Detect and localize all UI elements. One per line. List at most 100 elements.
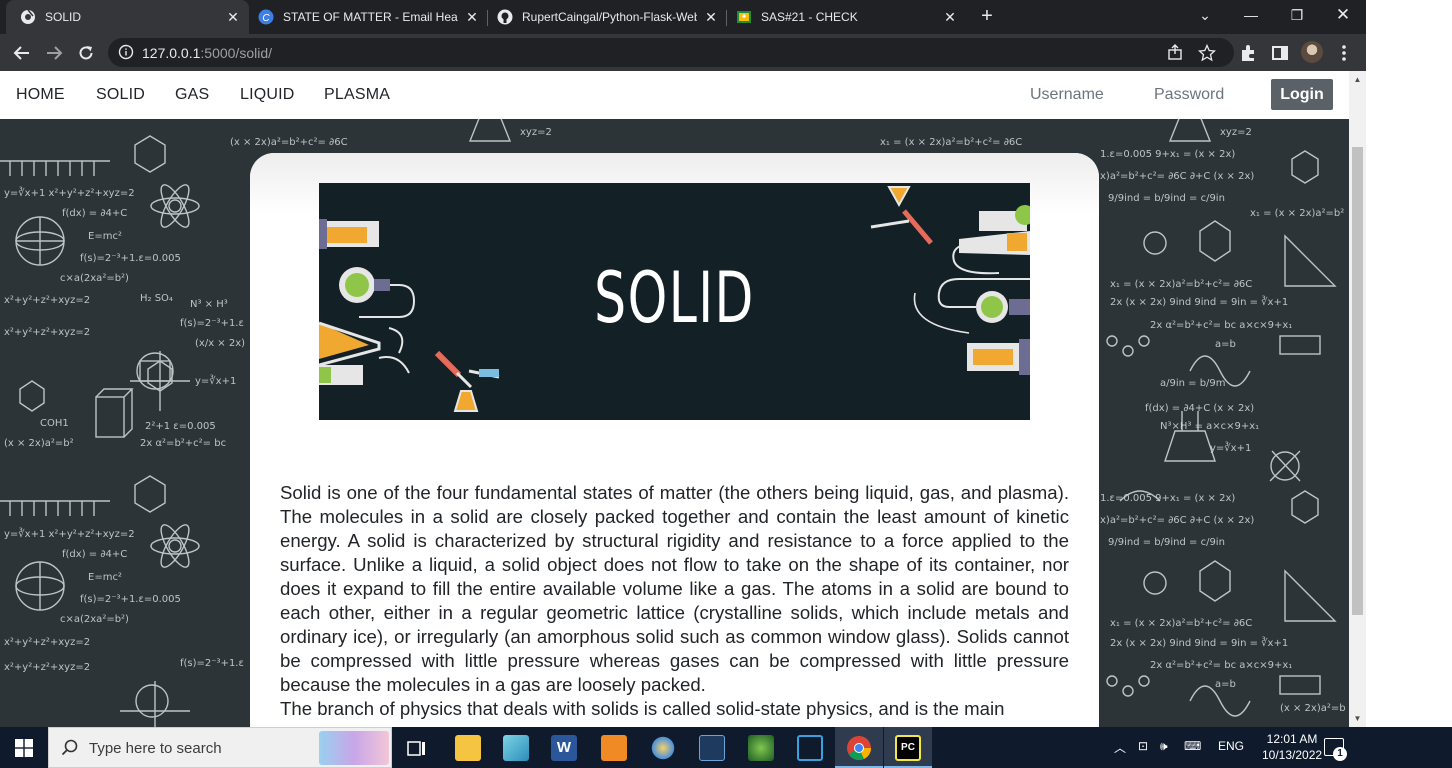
clock-time: 12:01 AM	[1266, 732, 1318, 746]
tab-solid[interactable]: SOLID ✕	[6, 0, 249, 34]
svg-text:x₁ = (x × 2x)a²=b²: x₁ = (x × 2x)a²=b²	[1250, 208, 1344, 219]
password-input[interactable]: Password	[1146, 79, 1266, 110]
svg-text:a=b: a=b	[1215, 339, 1236, 350]
tab-state-of-matter[interactable]: C STATE OF MATTER - Email Header ✕	[244, 0, 488, 34]
svg-text:a/9in = b/9m: a/9in = b/9m	[1160, 378, 1226, 389]
svg-text:xyz=2: xyz=2	[520, 127, 552, 138]
nav-solid-link[interactable]: SOLID	[96, 86, 145, 104]
username-input[interactable]: Username	[1022, 79, 1140, 110]
browser-toolbar: 127.0.0.1:5000/solid/	[0, 34, 1366, 71]
profile-avatar[interactable]	[1301, 41, 1323, 63]
banner-title: SOLID	[594, 257, 755, 339]
nav-home-link[interactable]: HOME	[16, 86, 65, 104]
taskbar-clock[interactable]: 12:01 AM 10/13/2022	[1262, 731, 1322, 763]
reload-icon	[79, 46, 93, 60]
volume-icon[interactable]: 🕪	[1160, 739, 1168, 754]
task-view-icon[interactable]	[404, 735, 430, 761]
scrollbar-thumb[interactable]	[1352, 147, 1363, 615]
close-tab-icon[interactable]: ✕	[942, 9, 958, 25]
nav-gas-link[interactable]: GAS	[175, 86, 209, 104]
new-tab-button[interactable]: +	[976, 6, 998, 28]
svg-text:y=∛x+1 x²+y²+z²+xyz=2: y=∛x+1 x²+y²+z²+xyz=2	[4, 186, 135, 199]
canva-icon: C	[258, 9, 274, 25]
onenote-app-icon[interactable]	[503, 735, 529, 761]
start-button[interactable]	[0, 727, 48, 768]
page-viewport: y=∛x+1 x²+y²+z²+xyz=2 f(dx) = ∂4+C E=mc²…	[0, 71, 1349, 727]
taskbar-search-box[interactable]: Type here to search	[48, 727, 392, 768]
svg-text:y=∛x+1: y=∛x+1	[195, 374, 236, 387]
svg-text:2x (x × 2x) 9ind 9ind = 9in: 2x (x × 2x) 9ind 9ind = 9in = ∛x+1	[1110, 295, 1288, 308]
close-tab-icon[interactable]: ✕	[464, 9, 480, 25]
svg-text:H₂ SO₄: H₂ SO₄	[140, 293, 173, 304]
extensions-puzzle-icon[interactable]	[1238, 43, 1258, 63]
svg-text:f(s)=2⁻³+1.ε=0.005: f(s)=2⁻³+1.ε=0.005	[80, 253, 181, 264]
more-menu-icon[interactable]	[1334, 43, 1354, 63]
svg-text:2x α²=b²+c²= bc: 2x α²=b²+c²= bc	[140, 438, 226, 449]
tab-title: STATE OF MATTER - Email Header	[283, 10, 458, 24]
svg-text:N³ × H³: N³ × H³	[190, 299, 228, 310]
svg-text:1.ε=0.005 9+x₁ = (x × 2x): 1.ε=0.005 9+x₁ = (x × 2x)	[1100, 149, 1235, 160]
login-button[interactable]: Login	[1271, 79, 1333, 110]
search-placeholder: Type here to search	[89, 740, 222, 757]
svg-text:f(dx) = ∂4+C: f(dx) = ∂4+C	[62, 208, 127, 219]
close-tab-icon[interactable]: ✕	[703, 9, 719, 25]
side-panel-icon[interactable]	[1270, 43, 1290, 63]
svg-text:x₁ = (x × 2x)a²=b²+c²= ∂6C: x₁ = (x × 2x)a²=b²+c²= ∂6C	[1110, 618, 1252, 629]
github-icon	[497, 9, 513, 25]
show-hidden-icons[interactable]: ︿	[1114, 739, 1126, 756]
visual-studio-icon[interactable]	[699, 735, 725, 761]
svg-text:x₁ = (x × 2x)a²=b²+c²= ∂6C: x₁ = (x × 2x)a²=b²+c²= ∂6C	[1110, 279, 1252, 290]
file-explorer-icon[interactable]	[455, 735, 481, 761]
share-icon[interactable]	[1166, 44, 1184, 62]
minimize-button[interactable]: —	[1228, 0, 1274, 30]
tab-github[interactable]: RupertCaingal/Python-Flask-Web ✕	[483, 0, 727, 34]
close-window-button[interactable]: ✕	[1320, 0, 1366, 30]
language-indicator[interactable]: ENG	[1218, 739, 1244, 753]
svg-text:(x × 2x)a²=b²: (x × 2x)a²=b²	[4, 438, 74, 449]
tab-search-icon[interactable]: ⌄	[1182, 0, 1228, 30]
bookmark-star-icon[interactable]	[1198, 44, 1216, 62]
nav-liquid-link[interactable]: LIQUID	[240, 86, 295, 104]
windows-taskbar: Type here to search W PC ︿ ⊡ 🕪 ⌨ ENG 12:…	[0, 727, 1452, 768]
page-scrollbar[interactable]: ▲ ▼	[1349, 71, 1366, 727]
clock-date: 10/13/2022	[1262, 748, 1323, 762]
forward-button[interactable]	[42, 41, 66, 65]
svg-text:E=mc²: E=mc²	[88, 572, 122, 583]
chrome-icon[interactable]	[846, 735, 872, 761]
svg-text:xyz=2: xyz=2	[1220, 127, 1252, 138]
pycharm-icon[interactable]: PC	[895, 735, 921, 761]
paint-icon[interactable]	[650, 735, 676, 761]
back-button[interactable]	[10, 41, 34, 65]
app-globe-icon[interactable]	[748, 735, 774, 761]
search-highlight-image	[319, 731, 389, 765]
cube-app-icon[interactable]	[797, 735, 823, 761]
scroll-up-arrow-icon[interactable]: ▲	[1353, 75, 1362, 84]
svg-text:x)a²=b²+c²= ∂6C ∂+C (x × 2x): x)a²=b²+c²= ∂6C ∂+C (x × 2x)	[1100, 515, 1254, 526]
tab-classroom[interactable]: SAS#21 - CHECK ✕	[722, 0, 966, 34]
network-icon[interactable]: ⊡	[1138, 739, 1148, 753]
svg-text:(x × 2x)a²=b²+c²= ∂6C: (x × 2x)a²=b²+c²= ∂6C	[230, 137, 348, 148]
address-bar[interactable]: 127.0.0.1:5000/solid/	[108, 38, 1234, 67]
site-info-icon[interactable]	[118, 44, 134, 60]
tab-title: SOLID	[45, 10, 82, 24]
svg-text:x₁ = (x × 2x)a²=b²+c²= ∂6C: x₁ = (x × 2x)a²=b²+c²= ∂6C	[880, 137, 1022, 148]
site-navbar: HOME SOLID GAS LIQUID PLASMA Username Pa…	[0, 71, 1349, 119]
paragraph-1: Solid is one of the four fundamental sta…	[280, 482, 1069, 695]
restore-button[interactable]: ❐	[1274, 0, 1320, 30]
keyboard-icon[interactable]: ⌨	[1184, 739, 1201, 753]
tab-title: RupertCaingal/Python-Flask-Web	[522, 10, 697, 24]
browser-tab-strip: SOLID ✕ C STATE OF MATTER - Email Header…	[0, 0, 1366, 34]
svg-text:2x α²=b²+c²= bc a×c×9+x₁: 2x α²=b²+c²= bc a×c×9+x₁	[1150, 320, 1292, 331]
svg-text:a=b: a=b	[1215, 679, 1236, 690]
close-tab-icon[interactable]: ✕	[225, 9, 241, 25]
svg-text:x²+y²+z²+xyz=2: x²+y²+z²+xyz=2	[4, 662, 90, 673]
desktop-margin	[1366, 0, 1452, 727]
tab-title: SAS#21 - CHECK	[761, 10, 858, 24]
classroom-icon	[736, 9, 752, 25]
nav-plasma-link[interactable]: PLASMA	[324, 86, 390, 104]
scroll-down-arrow-icon[interactable]: ▼	[1353, 714, 1362, 723]
reload-button[interactable]	[74, 41, 98, 65]
sublime-text-icon[interactable]	[601, 735, 627, 761]
svg-text:(x × 2x)a²=b: (x × 2x)a²=b	[1280, 703, 1346, 714]
word-icon[interactable]: W	[551, 735, 577, 761]
